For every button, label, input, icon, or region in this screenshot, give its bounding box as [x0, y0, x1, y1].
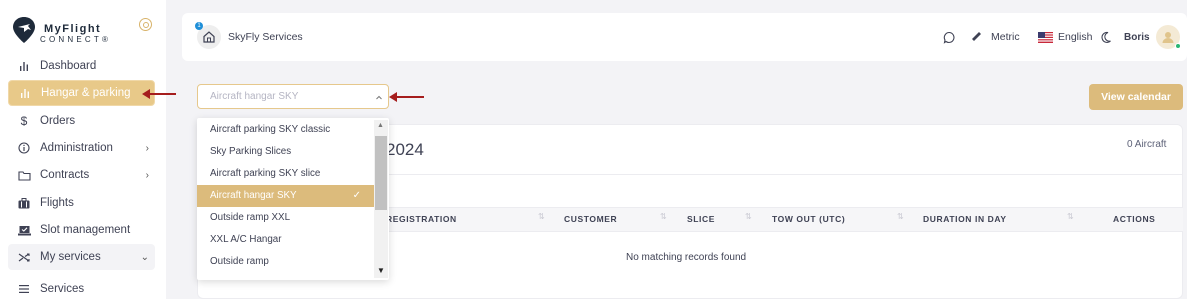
- dollar-icon: $: [20, 114, 28, 128]
- dropdown-option[interactable]: Outside ramp: [197, 251, 374, 273]
- dropdown-option[interactable]: Aircraft parking SKY slice: [197, 163, 374, 185]
- brand-line1: MyFlight: [44, 23, 102, 35]
- bar-chart-icon: [18, 88, 32, 98]
- chevron-right-icon: ›: [145, 142, 149, 154]
- chat-icon: [943, 31, 955, 44]
- sidebar-item-label: Hangar & parking: [41, 87, 131, 99]
- column-registration[interactable]: REGISTRATION: [386, 214, 457, 224]
- sidebar-item-hangar-parking[interactable]: Hangar & parking: [8, 80, 155, 106]
- column-customer[interactable]: CUSTOMER: [564, 214, 617, 224]
- sidebar-item-services[interactable]: Services: [8, 276, 155, 299]
- theme-toggle[interactable]: [1100, 13, 1112, 61]
- user-name[interactable]: Boris: [1124, 13, 1150, 61]
- ruler-icon: [972, 32, 981, 41]
- home-icon: [203, 31, 215, 43]
- chevron-right-icon: ›: [145, 169, 149, 181]
- dropdown-option[interactable]: Sky Parking Slices: [197, 141, 374, 163]
- sidebar-toggle-icon[interactable]: [139, 18, 152, 31]
- check-icon: ✓: [352, 190, 361, 201]
- sort-icon[interactable]: ⇅: [660, 212, 667, 221]
- sidebar-item-label: Administration: [40, 142, 113, 154]
- view-calendar-button[interactable]: View calendar: [1089, 84, 1183, 110]
- dropdown-option[interactable]: XXL A/C Hangar: [197, 229, 374, 251]
- sidebar-item-slot-management[interactable]: Slot management: [8, 217, 155, 243]
- sort-icon[interactable]: ⇅: [745, 212, 752, 221]
- column-duration[interactable]: DURATION IN DAY: [923, 214, 1007, 224]
- chevron-down-icon: ⌄: [140, 251, 149, 263]
- dropdown-option-selected[interactable]: Aircraft hangar SKY ✓: [197, 185, 374, 207]
- info-icon: [17, 142, 31, 154]
- language-label: English: [1058, 31, 1093, 43]
- sidebar-item-label: My services: [40, 251, 101, 263]
- annotation-arrow: [389, 92, 424, 102]
- bar-chart-icon: [17, 61, 31, 71]
- units-label: Metric: [991, 31, 1020, 43]
- sidebar-item-dashboard[interactable]: Dashboard: [8, 53, 155, 79]
- brand-line2: CONNECT®: [40, 35, 112, 44]
- chevron-up-icon: [375, 85, 383, 117]
- annotation-arrow: [142, 89, 176, 99]
- sort-icon[interactable]: ⇅: [538, 212, 545, 221]
- sidebar-item-orders[interactable]: $ Orders: [8, 108, 155, 134]
- dropdown-option-label: Aircraft hangar SKY: [210, 190, 297, 201]
- sidebar-item-label: Orders: [40, 115, 76, 127]
- card-title: 2024: [386, 140, 424, 159]
- laptop-check-icon: [17, 225, 31, 236]
- folder-icon: [17, 170, 31, 181]
- logo[interactable]: MyFlight CONNECT®: [12, 16, 152, 48]
- column-tow-out[interactable]: TOW OUT (UTC): [772, 214, 845, 224]
- sidebar-item-flights[interactable]: Flights: [8, 190, 155, 216]
- company-name[interactable]: SkyFly Services: [228, 31, 303, 43]
- sidebar-item-label: Slot management: [40, 224, 131, 236]
- sidebar-item-label: Services: [40, 283, 85, 295]
- moon-icon: [1101, 31, 1111, 43]
- column-slice[interactable]: SLICE: [687, 214, 715, 224]
- scroll-down-icon[interactable]: ▼: [377, 266, 385, 275]
- scroll-up-icon[interactable]: ▲: [377, 122, 384, 129]
- sidebar-item-my-services[interactable]: My services ⌄: [8, 244, 155, 270]
- sidebar-item-contracts[interactable]: Contracts ›: [8, 162, 155, 188]
- map-pin-plane-icon: [13, 17, 35, 43]
- sidebar-item-label: Flights: [40, 197, 74, 209]
- aircraft-count: 0 Aircraft: [1127, 139, 1167, 150]
- sidebar-item-label: Dashboard: [40, 60, 97, 72]
- hangar-select-value: Aircraft hangar SKY: [210, 91, 299, 102]
- list-icon: [17, 285, 31, 293]
- notification-badge: 1: [195, 22, 203, 30]
- topbar: 1 SkyFly Services Metric English Boris: [182, 13, 1187, 61]
- user-icon: [1162, 32, 1174, 43]
- dropdown-option[interactable]: Outside ramp XXL: [197, 207, 374, 229]
- us-flag-icon: [1038, 31, 1053, 43]
- chat-button[interactable]: [943, 13, 956, 61]
- language-select[interactable]: English: [1038, 13, 1092, 61]
- scrollbar-thumb[interactable]: [375, 136, 387, 210]
- hangar-select[interactable]: Aircraft hangar SKY: [197, 84, 389, 109]
- sort-icon[interactable]: ⇅: [1067, 212, 1074, 221]
- dropdown-option[interactable]: Aircraft parking SKY classic: [197, 119, 374, 141]
- units-toggle[interactable]: Metric: [971, 13, 1020, 61]
- column-actions: ACTIONS: [1113, 214, 1156, 224]
- sidebar-item-administration[interactable]: Administration ›: [8, 135, 155, 161]
- briefcase-icon: [17, 197, 31, 209]
- online-status-dot: [1175, 43, 1181, 49]
- sidebar-item-label: Contracts: [40, 169, 90, 181]
- sort-icon[interactable]: ⇅: [897, 212, 904, 221]
- shuffle-icon: [17, 252, 31, 263]
- empty-state-message: No matching records found: [626, 252, 747, 263]
